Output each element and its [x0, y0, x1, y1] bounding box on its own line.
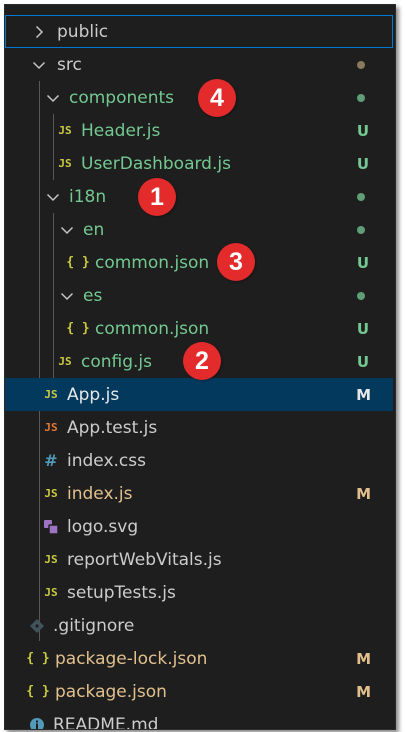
folder-label: es	[83, 285, 103, 306]
folder-es[interactable]: es	[5, 279, 393, 312]
file-label: common.json	[95, 252, 210, 273]
git-status-badge: U	[356, 154, 369, 173]
js-file-icon: JS	[44, 388, 58, 401]
file-en-common-json[interactable]: { } common.json U	[5, 246, 393, 279]
file-logo-svg[interactable]: logo.svg	[5, 510, 393, 543]
js-file-icon: JS	[58, 124, 72, 137]
chevron-right-icon[interactable]	[31, 24, 47, 40]
js-test-file-icon: JS	[44, 421, 58, 434]
json-file-icon: { }	[26, 651, 50, 666]
folder-label: i18n	[69, 186, 107, 207]
file-index-css[interactable]: # index.css	[5, 444, 393, 477]
git-status-badge: M	[356, 385, 371, 404]
file-package-lock-json[interactable]: { } package-lock.json M	[5, 642, 393, 675]
untracked-dot-icon	[357, 225, 365, 234]
folder-label: public	[57, 21, 109, 42]
folder-label: en	[83, 219, 105, 240]
info-file-icon	[25, 717, 49, 729]
file-label: common.json	[95, 318, 210, 339]
file-label: .gitignore	[53, 615, 135, 636]
folder-i18n[interactable]: i18n	[5, 180, 393, 213]
git-status-badge: M	[356, 682, 371, 701]
git-status-badge: M	[356, 484, 371, 503]
file-setuptests-js[interactable]: JS setupTests.js	[5, 576, 393, 609]
file-index-js[interactable]: JS index.js M	[5, 477, 393, 510]
chevron-down-icon[interactable]	[45, 189, 61, 205]
js-file-icon: JS	[58, 157, 72, 170]
git-status-badge: U	[356, 121, 369, 140]
file-label: package.json	[55, 681, 167, 702]
git-status-badge: U	[356, 253, 369, 272]
js-file-icon: JS	[58, 355, 72, 368]
chevron-down-icon[interactable]	[59, 222, 75, 238]
json-file-icon: { }	[66, 255, 90, 270]
callout-badge: 1	[138, 178, 176, 216]
json-file-icon: { }	[66, 321, 90, 336]
file-reportwebvitals-js[interactable]: JS reportWebVitals.js	[5, 543, 393, 576]
file-label: UserDashboard.js	[81, 153, 231, 174]
git-status-badge: U	[356, 319, 369, 338]
chevron-down-icon[interactable]	[31, 57, 47, 73]
folder-label: src	[57, 54, 82, 75]
file-app-js[interactable]: JS App.js M	[5, 378, 393, 411]
file-es-common-json[interactable]: { } common.json U	[5, 312, 393, 345]
file-label: setupTests.js	[67, 582, 176, 603]
file-label: App.test.js	[67, 417, 158, 438]
file-label: README.md	[53, 714, 159, 730]
file-label: Header.js	[81, 120, 161, 141]
git-file-icon	[25, 618, 49, 634]
chevron-down-icon[interactable]	[45, 90, 61, 106]
css-file-icon: #	[44, 451, 58, 470]
js-file-icon: JS	[44, 586, 58, 599]
svg-file-icon	[39, 518, 63, 536]
file-label: index.js	[67, 483, 133, 504]
folder-src[interactable]: src	[5, 48, 393, 81]
file-label: config.js	[81, 351, 153, 372]
callout-badge: 2	[183, 342, 221, 380]
file-app-test-js[interactable]: JS App.test.js	[5, 411, 393, 444]
chevron-down-icon[interactable]	[59, 288, 75, 304]
untracked-dot-icon	[357, 192, 365, 201]
file-label: package-lock.json	[55, 648, 208, 669]
file-label: logo.svg	[67, 516, 139, 537]
callout-badge: 3	[217, 243, 255, 281]
js-file-icon: JS	[44, 487, 58, 500]
folder-label: components	[69, 87, 175, 108]
modified-dot-icon	[357, 60, 365, 69]
file-readme-md[interactable]: README.md	[5, 708, 393, 730]
untracked-dot-icon	[357, 93, 365, 102]
folder-en[interactable]: en	[5, 213, 393, 246]
file-label: App.js	[67, 384, 120, 405]
folder-public[interactable]: public	[5, 15, 393, 48]
file-label: index.css	[67, 450, 146, 471]
untracked-dot-icon	[357, 291, 365, 300]
file-gitignore[interactable]: .gitignore	[5, 609, 393, 642]
file-userdashboard-js[interactable]: JS UserDashboard.js U	[5, 147, 393, 180]
json-file-icon: { }	[26, 684, 50, 699]
file-header-js[interactable]: JS Header.js U	[5, 114, 393, 147]
file-package-json[interactable]: { } package.json M	[5, 675, 393, 708]
file-explorer: public src components JS Header.js U JS …	[4, 4, 396, 730]
callout-badge: 4	[198, 79, 236, 117]
git-status-badge: M	[356, 649, 371, 668]
js-file-icon: JS	[44, 553, 58, 566]
git-status-badge: U	[356, 352, 369, 371]
file-label: reportWebVitals.js	[67, 549, 222, 570]
